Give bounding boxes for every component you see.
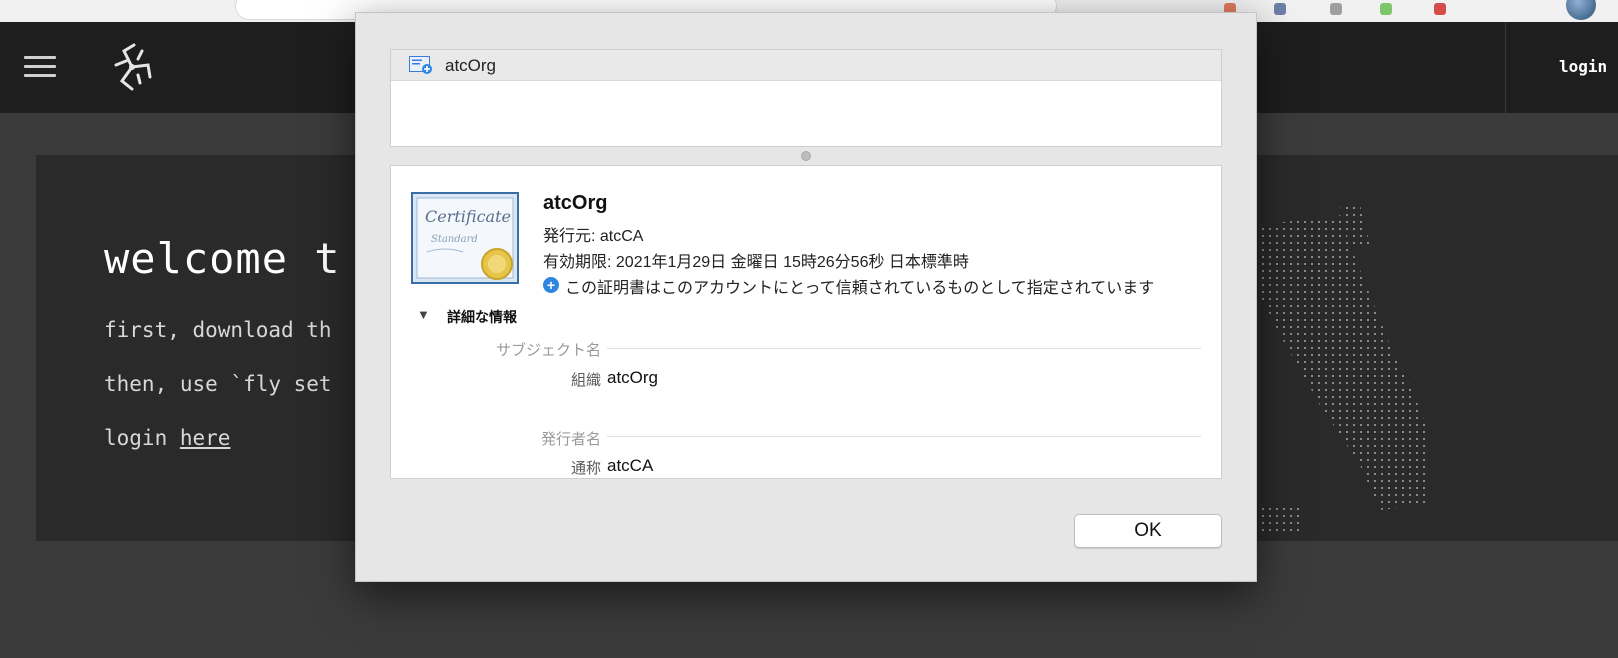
certificate-expiry: 有効期限: 2021年1月29日 金曜日 15時26分56秒 日本標準時 bbox=[543, 254, 969, 271]
certificate-trust-status: この証明書はこのアカウントにとって信頼されているものとして指定されています bbox=[565, 280, 1155, 297]
certificate-list: atcOrg bbox=[390, 49, 1222, 147]
login-here-link[interactable]: here bbox=[180, 426, 231, 450]
certificate-issuer: 発行元: atcCA bbox=[543, 228, 644, 245]
welcome-line-download: first, download th bbox=[104, 318, 332, 342]
subject-org-key: 組織 bbox=[570, 372, 601, 389]
details-toggle[interactable]: 詳細な情報 bbox=[447, 307, 517, 327]
certificate-image-subtitle: Standard bbox=[431, 234, 478, 245]
hamburger-icon[interactable] bbox=[24, 56, 56, 78]
login-area: login bbox=[1505, 22, 1618, 113]
subject-section-label: サブジェクト名 bbox=[495, 342, 601, 359]
issuer-cn-value: atcCA bbox=[607, 456, 654, 475]
certificate-details: Certificate Standard atcOrg 発行元: atcCA 有… bbox=[390, 165, 1222, 479]
issuer-section-label: 発行者名 bbox=[540, 431, 601, 448]
issuer-cn-key: 通称 bbox=[570, 460, 601, 477]
extension-icon[interactable] bbox=[1274, 3, 1286, 15]
login-prefix: login bbox=[104, 426, 180, 450]
section-divider bbox=[607, 436, 1201, 437]
extension-icon[interactable] bbox=[1330, 3, 1342, 15]
certificate-list-item[interactable]: atcOrg bbox=[391, 50, 1221, 81]
pane-splitter-handle[interactable] bbox=[801, 151, 811, 161]
certificate-icon bbox=[409, 56, 432, 74]
certificate-name: atcOrg bbox=[543, 192, 608, 214]
welcome-title: welcome t bbox=[104, 234, 341, 283]
welcome-line-login: login here bbox=[104, 426, 230, 450]
subject-org-value: atcOrg bbox=[607, 368, 659, 387]
profile-avatar[interactable] bbox=[1566, 0, 1596, 20]
section-divider bbox=[607, 348, 1201, 349]
login-button[interactable]: login bbox=[1559, 57, 1607, 76]
welcome-line-fly: then, use `fly set bbox=[104, 372, 332, 396]
decorative-dot-pattern bbox=[1260, 205, 1430, 535]
certificate-list-label: atcOrg bbox=[445, 56, 497, 75]
disclosure-triangle-icon[interactable]: ▼ bbox=[417, 307, 430, 322]
certificate-image-title: Certificate bbox=[425, 207, 511, 226]
certificate-icon: Certificate Standard bbox=[411, 192, 519, 284]
extension-icon[interactable] bbox=[1380, 3, 1392, 15]
trust-info-icon: + bbox=[543, 277, 559, 293]
certificate-dialog: atcOrg Certificate Standard atcOrg 発行元: … bbox=[355, 12, 1257, 582]
ok-button[interactable]: OK bbox=[1074, 514, 1222, 548]
concourse-logo-icon[interactable] bbox=[104, 39, 160, 95]
extension-icon[interactable] bbox=[1434, 3, 1446, 15]
